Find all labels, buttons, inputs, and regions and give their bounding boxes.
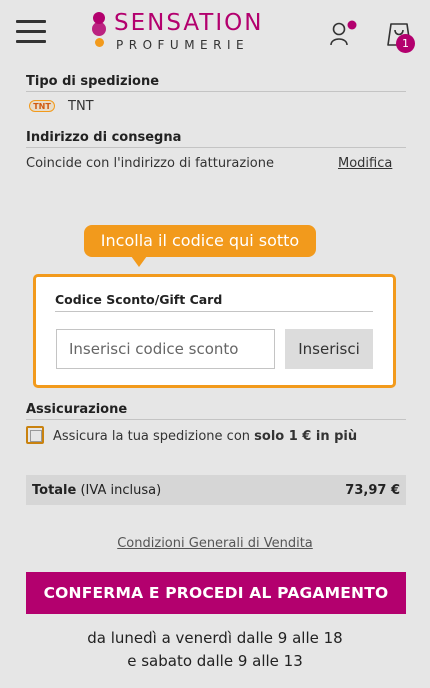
coupon-tooltip: Incolla il codice qui sotto [84,225,316,257]
header: SENSATION PROFUMERIE 1 [0,0,430,66]
coupon-title: Codice Sconto/Gift Card [55,292,223,307]
hours-weekdays: da lunedì a venerdì dalle 9 alle 18 [87,629,343,647]
terms-container: Condizioni Generali di Vendita [0,536,430,551]
menu-icon[interactable] [16,20,46,44]
divider [26,419,406,420]
vat-note: (IVA inclusa) [80,483,162,498]
total-row: Totale (IVA inclusa) 73,97 € [26,475,406,505]
logo-mark-icon [89,12,109,52]
tnt-logo-text: TNT [33,102,51,111]
brand-name: SENSATION [114,10,264,36]
total-label-text: Totale [32,483,77,498]
divider [26,91,406,92]
terms-link[interactable]: Condizioni Generali di Vendita [117,536,313,551]
total-label: Totale (IVA inclusa) [32,483,161,498]
cart-count-badge: 1 [396,34,415,53]
insurance-checkbox[interactable] [26,426,44,444]
divider [55,311,373,312]
brand-subtitle: PROFUMERIE [116,38,250,52]
shipping-title: Tipo di spedizione [26,74,160,89]
confirm-payment-button[interactable]: CONFERMA E PROCEDI AL PAGAMENTO [26,572,406,614]
edit-address-link[interactable]: Modifica [338,156,392,171]
tooltip-arrow [131,256,147,267]
address-text: Coincide con l'indirizzo di fatturazione [26,156,274,171]
insurance-title: Assicurazione [26,402,128,417]
insurance-price-text: solo 1 € in più [254,429,358,444]
insurance-label[interactable]: Assicura la tua spedizione con solo 1 € … [53,429,357,444]
divider [26,147,406,148]
apply-coupon-button[interactable]: Inserisci [285,329,373,369]
user-icon[interactable] [330,20,358,46]
coupon-code-input[interactable] [56,329,275,369]
insurance-label-text: Assicura la tua spedizione con [53,429,255,444]
hours-saturday: e sabato dalle 9 alle 13 [127,652,303,670]
total-value: 73,97 € [345,483,400,498]
tnt-logo-icon: TNT [29,100,55,112]
coupon-box: Codice Sconto/Gift Card Inserisci [33,274,396,388]
carrier-name: TNT [68,99,94,114]
address-title: Indirizzo di consegna [26,130,182,145]
